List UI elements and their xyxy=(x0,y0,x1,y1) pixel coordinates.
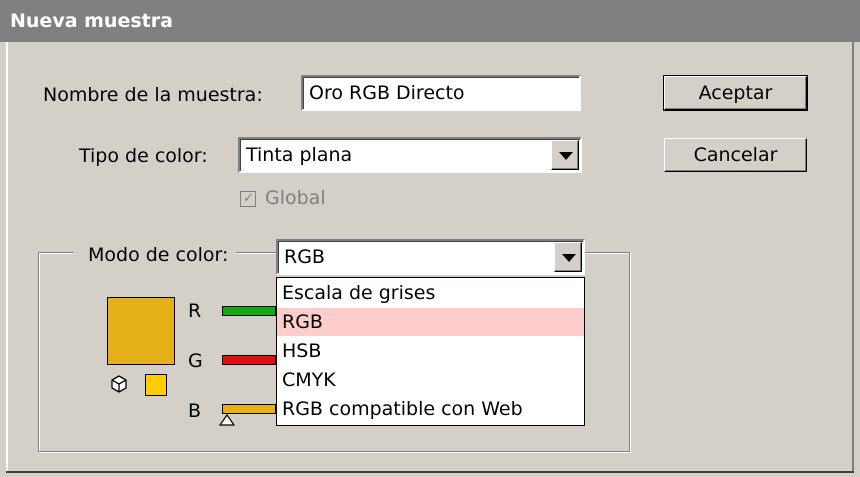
web-safe-cube-icon[interactable] xyxy=(110,375,128,393)
dialog-border-right xyxy=(852,42,854,473)
global-checkbox[interactable]: ✓ xyxy=(240,191,256,207)
b-slider-label: B xyxy=(188,400,202,422)
swatch-name-input[interactable]: Oro RGB Directo xyxy=(301,75,581,111)
b-slider-handle-icon[interactable] xyxy=(219,414,235,426)
r-slider-label: R xyxy=(188,300,202,322)
window-title: Nueva muestra xyxy=(0,0,860,42)
dialog-border-left xyxy=(6,42,8,473)
web-safe-color-swatch[interactable] xyxy=(145,374,167,396)
global-label: Global xyxy=(265,187,326,209)
mode-option-hsb[interactable]: HSB xyxy=(277,337,584,365)
color-mode-options-list: Escala de grises RGB HSB CMYK RGB compat… xyxy=(276,277,585,426)
dialog-border-bottom xyxy=(6,471,854,473)
color-preview-swatch xyxy=(107,297,175,365)
mode-option-cmyk[interactable]: CMYK xyxy=(277,366,584,394)
color-type-select[interactable]: Tinta plana xyxy=(238,137,582,173)
chevron-down-icon xyxy=(559,152,573,160)
color-mode-dropdown-button[interactable] xyxy=(554,242,582,272)
chevron-down-icon xyxy=(562,254,576,262)
swatch-name-label: Nombre de la muestra: xyxy=(43,84,263,106)
color-mode-label: Modo de color: xyxy=(74,244,237,266)
mode-option-grayscale[interactable]: Escala de grises xyxy=(277,279,584,307)
accept-button[interactable]: Aceptar xyxy=(663,75,808,111)
color-type-label: Tipo de color: xyxy=(79,145,208,167)
mode-option-rgb[interactable]: RGB xyxy=(277,308,584,336)
g-slider-label: G xyxy=(188,350,203,372)
checkmark-icon: ✓ xyxy=(243,191,254,206)
b-slider-track[interactable] xyxy=(222,404,276,414)
color-type-value: Tinta plana xyxy=(246,144,353,166)
r-slider-track[interactable] xyxy=(222,306,276,316)
color-mode-value: RGB xyxy=(284,246,325,268)
mode-option-web-rgb[interactable]: RGB compatible con Web xyxy=(277,395,584,423)
color-mode-select[interactable]: RGB xyxy=(276,239,585,275)
color-type-dropdown-button[interactable] xyxy=(551,140,579,170)
g-slider-track[interactable] xyxy=(222,355,276,365)
cancel-button[interactable]: Cancelar xyxy=(664,138,807,172)
